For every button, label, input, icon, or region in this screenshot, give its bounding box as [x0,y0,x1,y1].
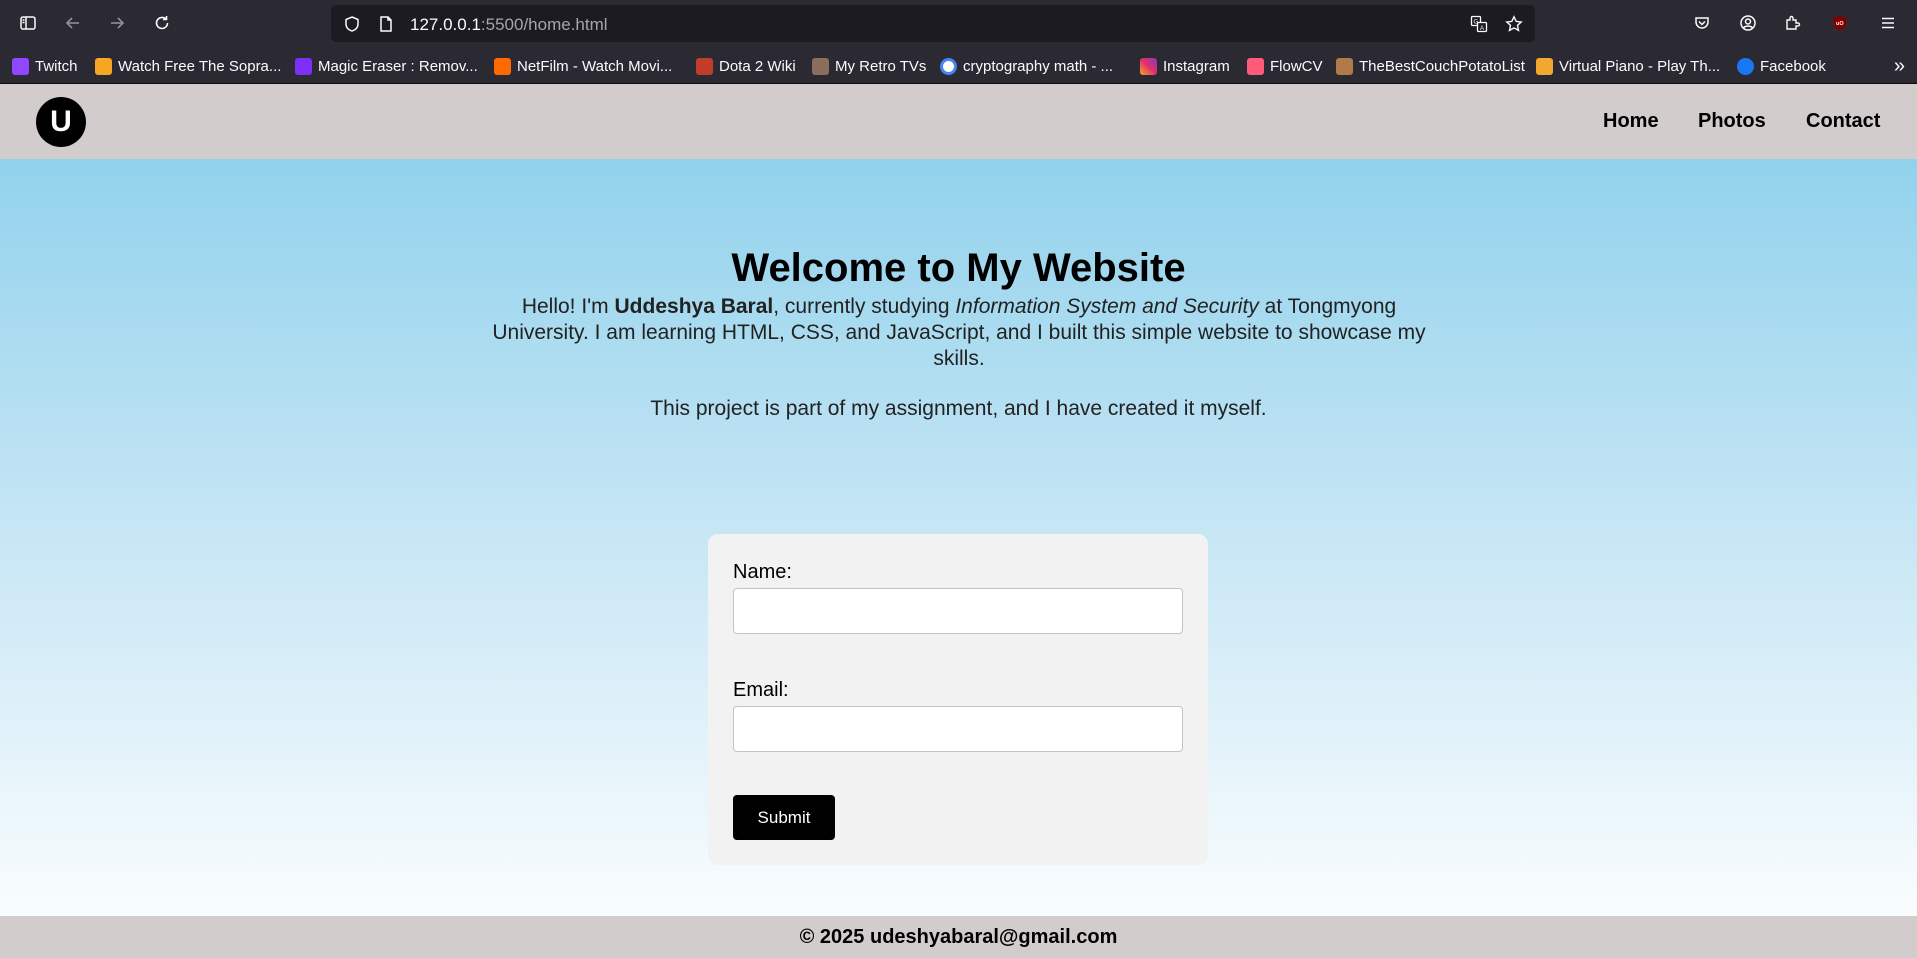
site-header: U Home Photos Contact [0,84,1917,159]
page-title: Welcome to My Website [731,246,1186,290]
bookmark-label: Dota 2 Wiki [719,57,796,75]
nav-photos[interactable]: Photos [1698,110,1766,133]
email-label: Email: [733,679,789,701]
account-icon[interactable] [1734,9,1762,37]
bookmark-label: Twitch [35,57,78,75]
page-viewport: U Home Photos Contact Welcome to My Webs… [0,84,1917,958]
contact-form: Name: Email: Submit [708,534,1208,865]
bookmark-label: Virtual Piano - Play Th... [1559,57,1721,75]
browser-toolbar: 127.0.0.1:5500/home.html GA uO [0,0,1917,47]
extensions-icon[interactable] [1779,9,1807,37]
bookmark-couch-potato[interactable]: TheBestCouchPotatoList [1336,55,1525,77]
bookmark-flowcv[interactable]: FlowCV [1247,55,1323,77]
bookmark-twitch[interactable]: Twitch [12,55,78,77]
url-bar[interactable]: 127.0.0.1:5500/home.html GA [331,5,1535,42]
back-button[interactable] [59,9,87,37]
bookmark-label: Magic Eraser : Remov... [318,57,478,75]
url-text[interactable]: 127.0.0.1:5500/home.html [410,15,608,35]
nav-home[interactable]: Home [1603,110,1659,133]
name-input[interactable] [733,588,1183,634]
magic-eraser-icon [295,57,312,75]
url-host: 127.0.0.1 [410,15,481,34]
pocket-icon[interactable] [1688,9,1716,37]
reload-button[interactable] [148,9,176,37]
netfilm-icon [494,57,511,75]
assignment-paragraph: This project is part of my assignment, a… [650,397,1267,420]
couch-potato-icon [1336,57,1353,75]
page-icon[interactable] [376,14,396,34]
email-input[interactable] [733,706,1183,752]
bookmark-label: Watch Free The Sopra... [118,57,282,75]
svg-text:G: G [1474,20,1479,26]
flowcv-icon [1247,57,1264,75]
nav-contact[interactable]: Contact [1806,110,1880,133]
bookmark-virtual-piano[interactable]: Virtual Piano - Play Th... [1536,55,1720,77]
hd-icon [95,57,112,75]
bookmark-instagram[interactable]: Instagram [1140,55,1230,77]
bookmark-retro-tvs[interactable]: My Retro TVs [812,55,926,77]
bookmark-netfilm[interactable]: NetFilm - Watch Movi... [494,55,672,77]
bookmark-label: Instagram [1163,57,1230,75]
name-label: Name: [733,561,792,583]
menu-icon[interactable] [1874,9,1902,37]
piano-icon [1536,57,1553,75]
bookmark-dota2-wiki[interactable]: Dota 2 Wiki [696,55,796,77]
sidebar-toggle-icon[interactable] [14,9,42,37]
bookmark-cryptography[interactable]: cryptography math - ... [940,55,1113,77]
submit-button[interactable]: Submit [733,795,835,840]
intro-field: Information System and Security [955,295,1259,318]
bookmark-magic-eraser[interactable]: Magic Eraser : Remov... [295,55,478,77]
translate-icon[interactable]: GA [1469,14,1489,34]
intro-name: Uddeshya Baral [614,295,774,318]
dota2-icon [696,57,713,75]
bookmarks-overflow-icon[interactable]: » [1894,55,1905,78]
retro-tv-icon [812,57,829,75]
bookmark-label: NetFilm - Watch Movi... [517,57,673,75]
site-footer: © 2025 udeshyabaral@gmail.com [0,916,1917,958]
bookmark-facebook[interactable]: Facebook [1737,55,1826,77]
url-path: :5500/home.html [480,15,608,34]
intro-mid: , currently studying [773,295,956,318]
facebook-icon [1737,57,1754,75]
forward-button[interactable] [103,9,131,37]
bookmarks-bar: Twitch Watch Free The Sopra... Magic Era… [0,47,1917,84]
google-icon [940,57,957,75]
svg-text:A: A [1480,26,1484,32]
bookmark-label: FlowCV [1270,57,1323,75]
intro-paragraph: Hello! I'm Uddeshya Baral, currently stu… [484,294,1434,372]
site-logo[interactable]: U [36,97,86,147]
bookmark-sopranos[interactable]: Watch Free The Sopra... [95,55,281,77]
bookmark-star-icon[interactable] [1504,14,1524,34]
bookmark-label: cryptography math - ... [963,57,1114,75]
svg-text:uO: uO [1836,21,1844,27]
shield-icon[interactable] [342,14,362,34]
bookmark-label: Facebook [1760,57,1826,75]
logo-letter: U [50,105,72,138]
intro-prefix: Hello! I'm [521,295,615,318]
bookmark-label: TheBestCouchPotatoList [1359,57,1525,75]
bookmark-label: My Retro TVs [835,57,927,75]
twitch-icon [12,57,29,75]
instagram-icon [1140,57,1157,75]
ublock-icon[interactable]: uO [1826,9,1854,37]
